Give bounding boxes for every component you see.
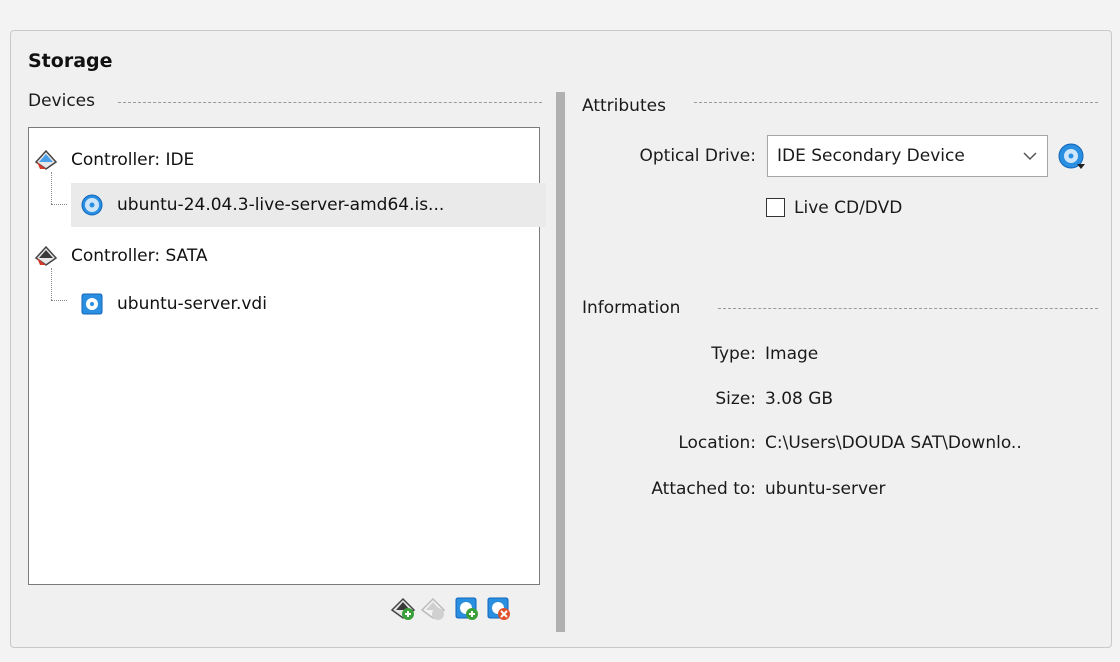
attached-to-value: ubuntu-server bbox=[765, 479, 886, 499]
tree-item-vdi[interactable]: ubuntu-server.vdi bbox=[81, 282, 531, 326]
optical-disc-icon bbox=[81, 194, 103, 216]
information-label: Information bbox=[582, 298, 689, 318]
attributes-divider bbox=[694, 102, 1098, 103]
hard-disk-icon bbox=[81, 293, 103, 315]
tree-item-controller-sata[interactable]: Controller: SATA bbox=[35, 234, 535, 278]
tree-item-label: Controller: IDE bbox=[71, 150, 195, 170]
optical-drive-label: Optical Drive: bbox=[639, 146, 756, 166]
devices-divider bbox=[118, 102, 542, 103]
tree-item-label: Controller: SATA bbox=[71, 246, 208, 266]
location-label: Location: bbox=[678, 433, 756, 453]
type-value: Image bbox=[765, 344, 819, 364]
attributes-label: Attributes bbox=[582, 96, 674, 116]
live-cd-label[interactable]: Live CD/DVD bbox=[794, 198, 902, 218]
tree-item-label: ubuntu-24.04.3-live-server-amd64.is... bbox=[117, 195, 445, 215]
storage-tree[interactable]: Controller: IDE ubuntu-24.04.3-live-serv… bbox=[28, 127, 546, 585]
remove-controller-icon[interactable] bbox=[420, 596, 446, 622]
tree-item-controller-ide[interactable]: Controller: IDE bbox=[35, 138, 535, 182]
attached-to-label: Attached to: bbox=[651, 479, 756, 499]
sata-controller-icon bbox=[35, 245, 57, 266]
add-controller-icon[interactable] bbox=[390, 596, 416, 622]
tree-branch bbox=[51, 300, 67, 301]
storage-title: Storage bbox=[28, 50, 113, 72]
size-value: 3.08 GB bbox=[765, 389, 834, 409]
tree-item-label: ubuntu-server.vdi bbox=[117, 294, 267, 314]
live-cd-checkbox[interactable] bbox=[766, 198, 785, 217]
tree-branch bbox=[51, 204, 67, 205]
tree-item-iso[interactable]: ubuntu-24.04.3-live-server-amd64.is... bbox=[71, 183, 546, 227]
choose-disk-icon[interactable] bbox=[1057, 142, 1087, 172]
size-label: Size: bbox=[715, 389, 756, 409]
chevron-down-icon bbox=[1023, 152, 1037, 161]
remove-attachment-icon[interactable] bbox=[486, 596, 512, 622]
add-attachment-icon[interactable] bbox=[454, 596, 480, 622]
devices-label: Devices bbox=[28, 91, 103, 111]
information-divider bbox=[718, 308, 1098, 309]
ide-controller-icon bbox=[35, 149, 57, 170]
location-value: C:\Users\DOUDA SAT\Downlo.. bbox=[765, 433, 1022, 453]
optical-drive-value: IDE Secondary Device bbox=[777, 146, 965, 166]
optical-drive-select[interactable]: IDE Secondary Device bbox=[767, 135, 1048, 177]
type-label: Type: bbox=[711, 344, 756, 364]
